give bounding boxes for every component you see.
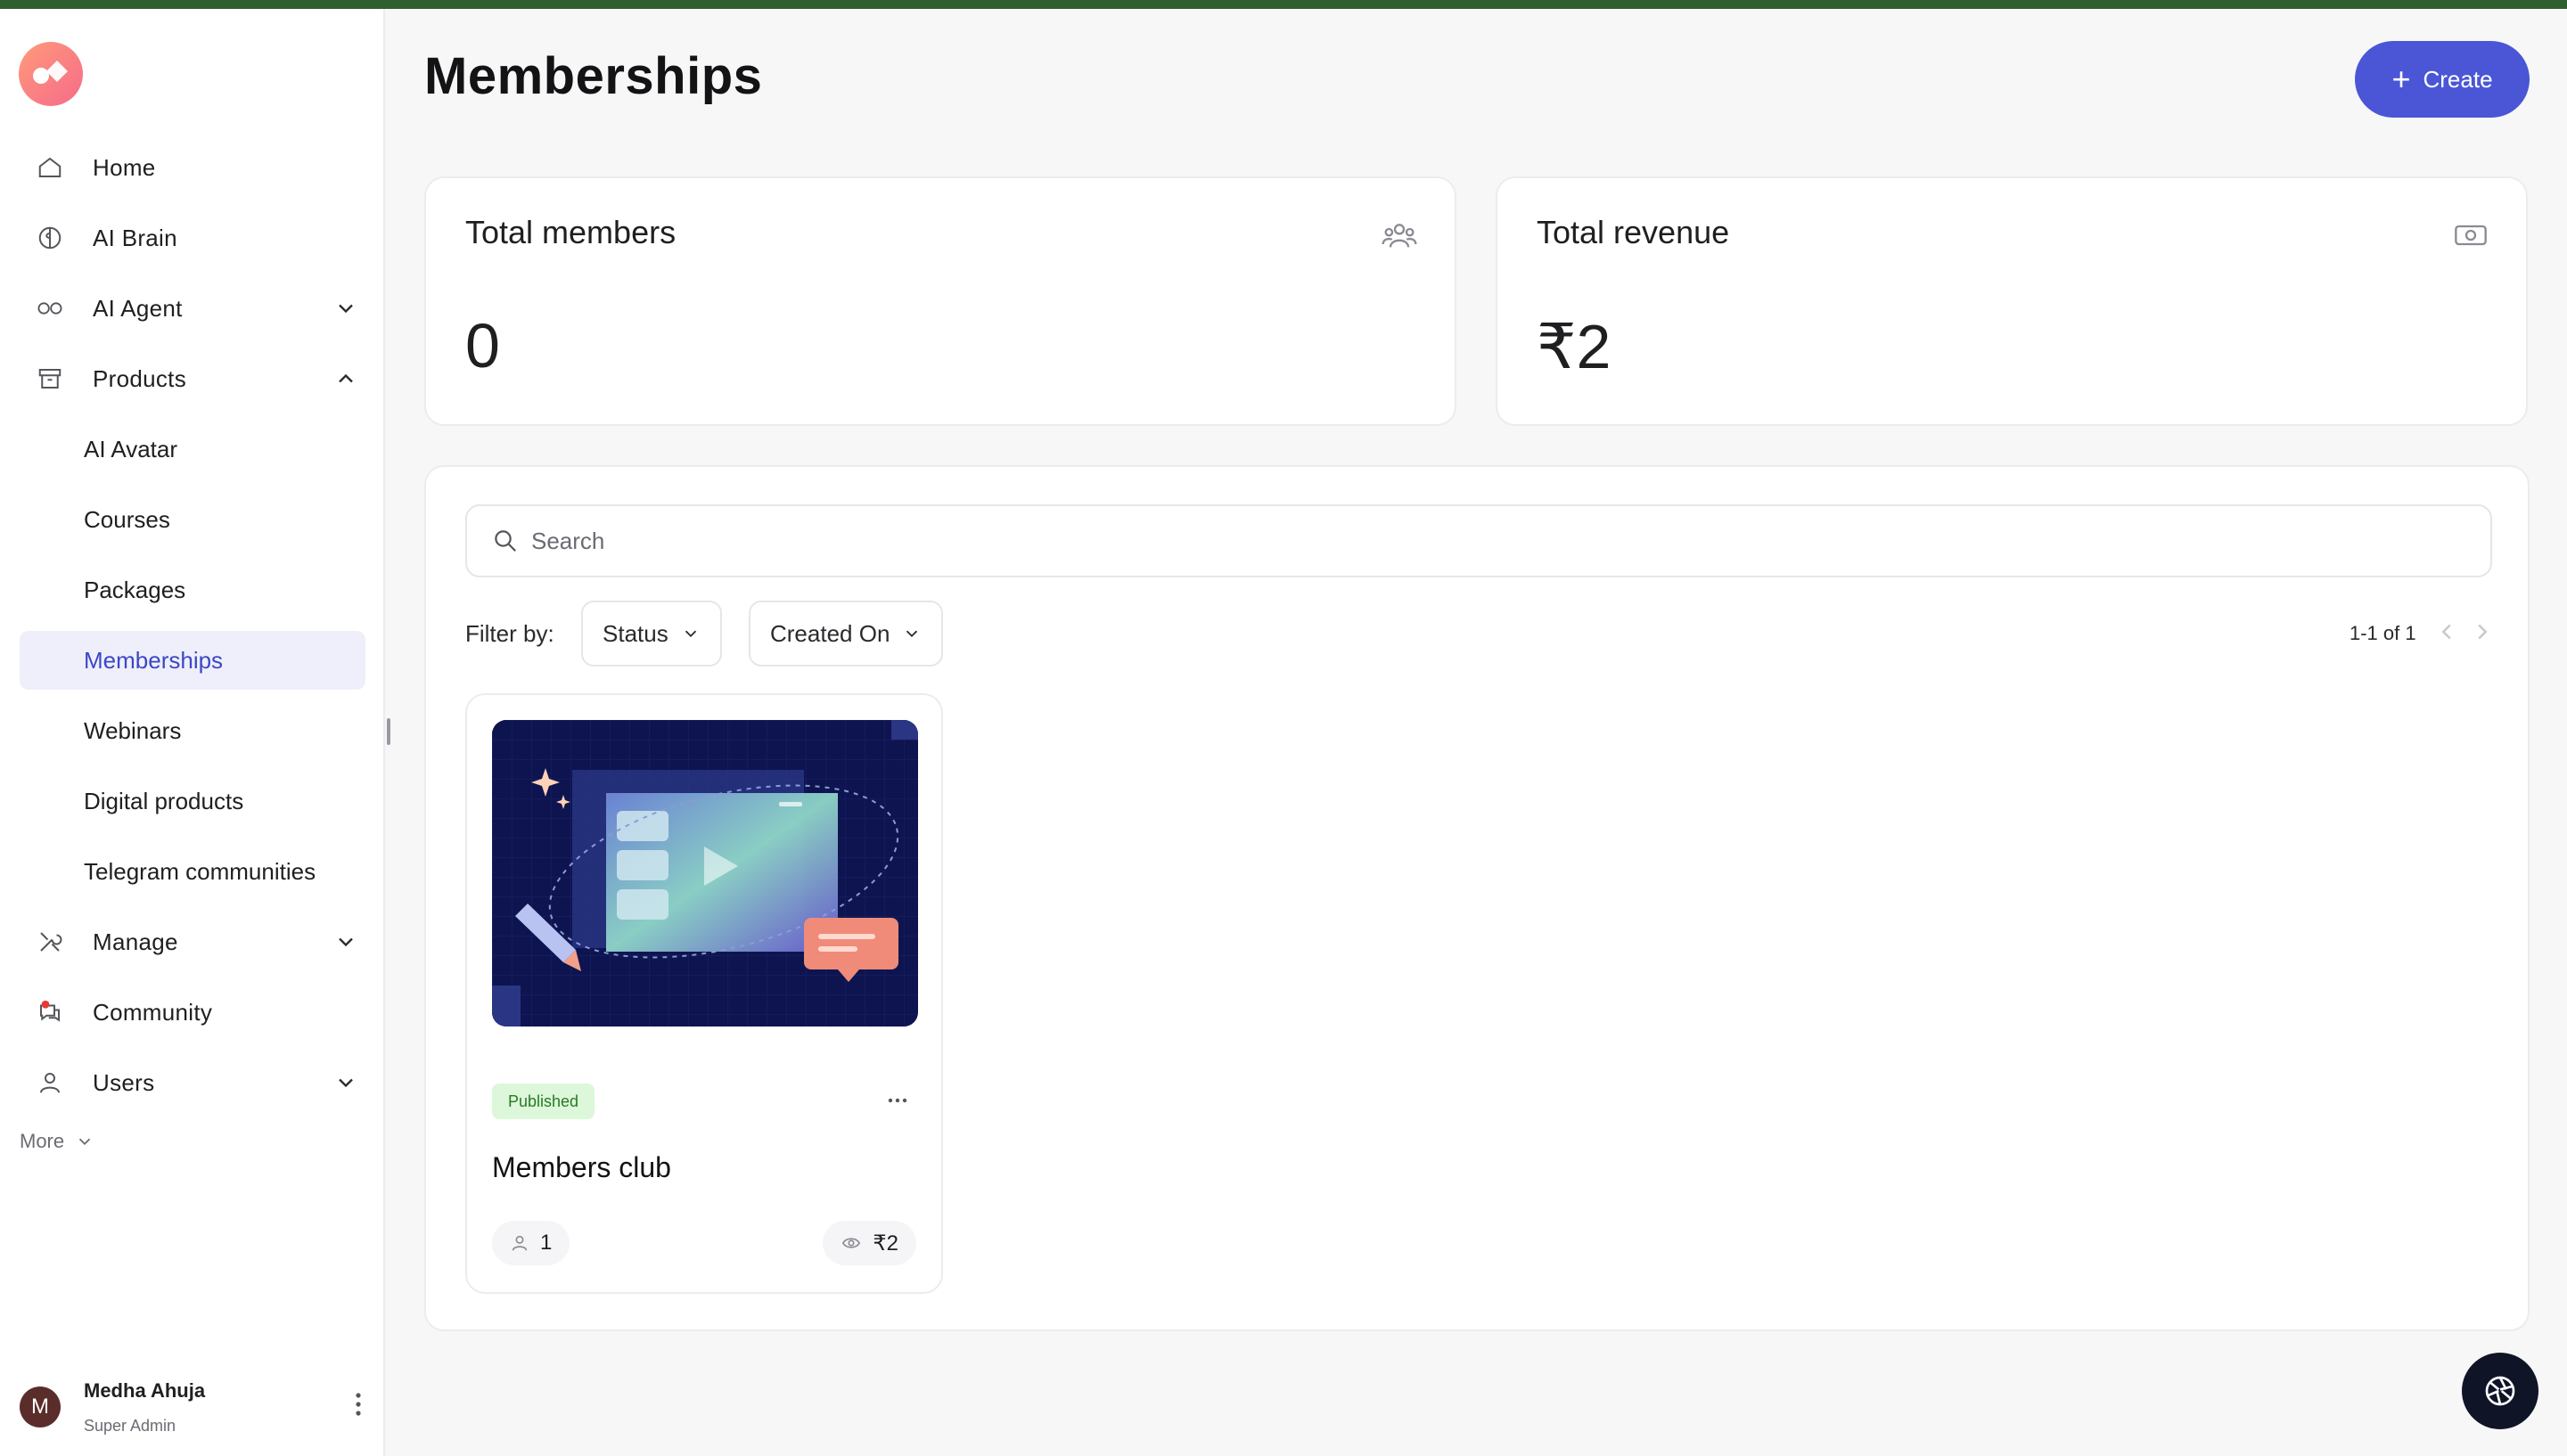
chevron-down-icon[interactable] (333, 929, 358, 954)
infinity-icon (34, 292, 66, 324)
members-count: 1 (540, 1231, 553, 1255)
sidebar-item-label: Manage (93, 928, 178, 955)
home-icon (34, 151, 66, 184)
filter-label: Filter by: (465, 620, 554, 647)
archive-icon (34, 363, 66, 395)
more-horizontal-icon[interactable] (884, 1087, 911, 1114)
plus-icon: + (2391, 61, 2411, 97)
sidebar-more-toggle[interactable]: More (20, 1124, 365, 1159)
sidebar-item-label: Community (93, 998, 213, 1026)
user-name: Medha Ahuja (84, 1379, 206, 1402)
sidebar-subitem-memberships[interactable]: Memberships (20, 631, 365, 690)
aperture-icon (2485, 1376, 2515, 1406)
sidebar-subitem-webinars[interactable]: Webinars (20, 701, 365, 760)
created-on-filter-label: Created On (770, 619, 890, 647)
users-group-icon (1382, 224, 1417, 248)
created-on-filter-dropdown[interactable]: Created On (749, 601, 944, 667)
stat-value: ₹2 (1537, 312, 1612, 381)
sidebar-item-label: Home (93, 153, 156, 181)
user-role: Super Admin (84, 1417, 176, 1435)
top-accent-bar (0, 0, 2567, 9)
search-input[interactable] (531, 527, 2403, 555)
total-members-card: Total members 0 (424, 176, 1456, 426)
membership-card[interactable]: Published Members club 1 ₹2 (465, 693, 943, 1294)
members-count-pill: 1 (492, 1221, 570, 1265)
create-button-label: Create (2423, 65, 2493, 93)
more-vertical-icon[interactable] (349, 1388, 367, 1420)
tools-icon (34, 926, 66, 958)
sidebar-subitem-ai-avatar[interactable]: AI Avatar (20, 420, 365, 479)
search-icon (495, 530, 517, 552)
sidebar-item-manage[interactable]: Manage (20, 912, 365, 971)
total-revenue-card: Total revenue ₹2 (1496, 176, 2528, 426)
sidebar-item-label: Users (93, 1068, 155, 1096)
page-title: Memberships (424, 47, 763, 105)
search-bar[interactable] (465, 504, 2492, 577)
sidebar-item-users[interactable]: Users (20, 1053, 365, 1112)
status-filter-label: Status (603, 619, 668, 647)
membership-thumbnail (492, 720, 918, 1027)
sidebar-item-community[interactable]: Community (20, 983, 365, 1042)
chevron-right-icon[interactable] (2469, 618, 2496, 645)
stat-value: 0 (465, 311, 500, 380)
price-pill: ₹2 (823, 1221, 916, 1265)
status-filter-dropdown[interactable]: Status (581, 601, 722, 667)
user-profile[interactable]: M Medha Ahuja Super Admin (20, 1363, 367, 1435)
sidebar-item-ai-agent[interactable]: AI Agent (20, 279, 365, 338)
stat-title: Total revenue (1537, 214, 1730, 250)
chevron-up-icon[interactable] (333, 366, 358, 391)
sidebar-nav: Home AI Brain AI Agent Products AI Avata… (20, 138, 365, 1159)
create-button[interactable]: + Create (2355, 41, 2530, 118)
user-icon (512, 1235, 528, 1251)
price-value: ₹2 (873, 1231, 898, 1256)
sidebar-subitem-courses[interactable]: Courses (20, 490, 365, 549)
sidebar-subitem-digital-products[interactable]: Digital products (20, 772, 365, 830)
chevron-down-icon (685, 630, 696, 638)
sidebar-item-home[interactable]: Home (20, 138, 365, 197)
chevron-down-icon[interactable] (333, 1070, 358, 1095)
memberships-list-panel: Filter by: Status Created On 1-1 of 1 (424, 465, 2530, 1331)
brand-logo[interactable] (18, 41, 84, 107)
chevron-down-icon (78, 1138, 91, 1146)
sidebar-item-label: AI Brain (93, 224, 177, 251)
eye-icon (842, 1238, 861, 1248)
help-chat-button[interactable] (2462, 1353, 2538, 1429)
membership-title: Members club (492, 1151, 671, 1183)
sidebar-item-ai-brain[interactable]: AI Brain (20, 209, 365, 267)
cash-icon (2455, 225, 2487, 246)
sidebar-item-label: AI Agent (93, 294, 183, 322)
chevron-left-icon[interactable] (2433, 618, 2460, 645)
sidebar-subitem-telegram-communities[interactable]: Telegram communities (20, 842, 365, 901)
sidebar-item-label: Products (93, 364, 187, 392)
stat-title: Total members (465, 214, 677, 250)
sidebar-item-products[interactable]: Products (20, 349, 365, 408)
sidebar: Home AI Brain AI Agent Products AI Avata… (0, 9, 385, 1456)
status-badge: Published (492, 1084, 595, 1119)
more-label: More (20, 1130, 65, 1152)
avatar: M (20, 1386, 61, 1427)
user-icon (34, 1067, 66, 1099)
chevron-down-icon (906, 630, 918, 638)
community-chat-icon (34, 996, 66, 1028)
sidebar-subitem-packages[interactable]: Packages (20, 560, 365, 619)
brain-icon (34, 222, 66, 254)
chevron-down-icon[interactable] (333, 296, 358, 321)
pagination-label: 1-1 of 1 (2350, 622, 2416, 644)
sidebar-resize-handle[interactable] (387, 718, 390, 745)
